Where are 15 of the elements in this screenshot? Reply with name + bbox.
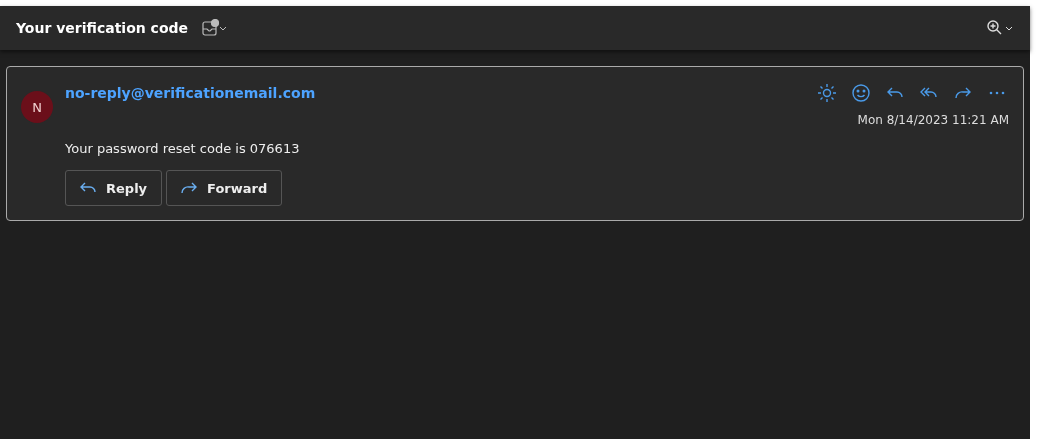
forward-icon (181, 182, 198, 194)
message-date: Mon 8/14/2023 11:21 AM (857, 113, 1009, 127)
reply-icon (80, 182, 96, 194)
email-subject: Your verification code (16, 20, 189, 36)
message-body: Your password reset code is 076613 (65, 141, 301, 156)
mail-options-button[interactable] (200, 17, 229, 39)
sun-icon (817, 83, 837, 103)
reply-button[interactable]: Reply (65, 170, 163, 206)
smiley-icon (851, 83, 871, 103)
more-icon (989, 91, 1005, 95)
sender-avatar: N (21, 91, 53, 123)
emoji-button[interactable] (849, 81, 873, 105)
brightness-button[interactable] (815, 81, 839, 105)
forward-button[interactable]: Forward (166, 170, 283, 206)
sender-address[interactable]: no-reply@verificationemail.com (65, 85, 316, 105)
